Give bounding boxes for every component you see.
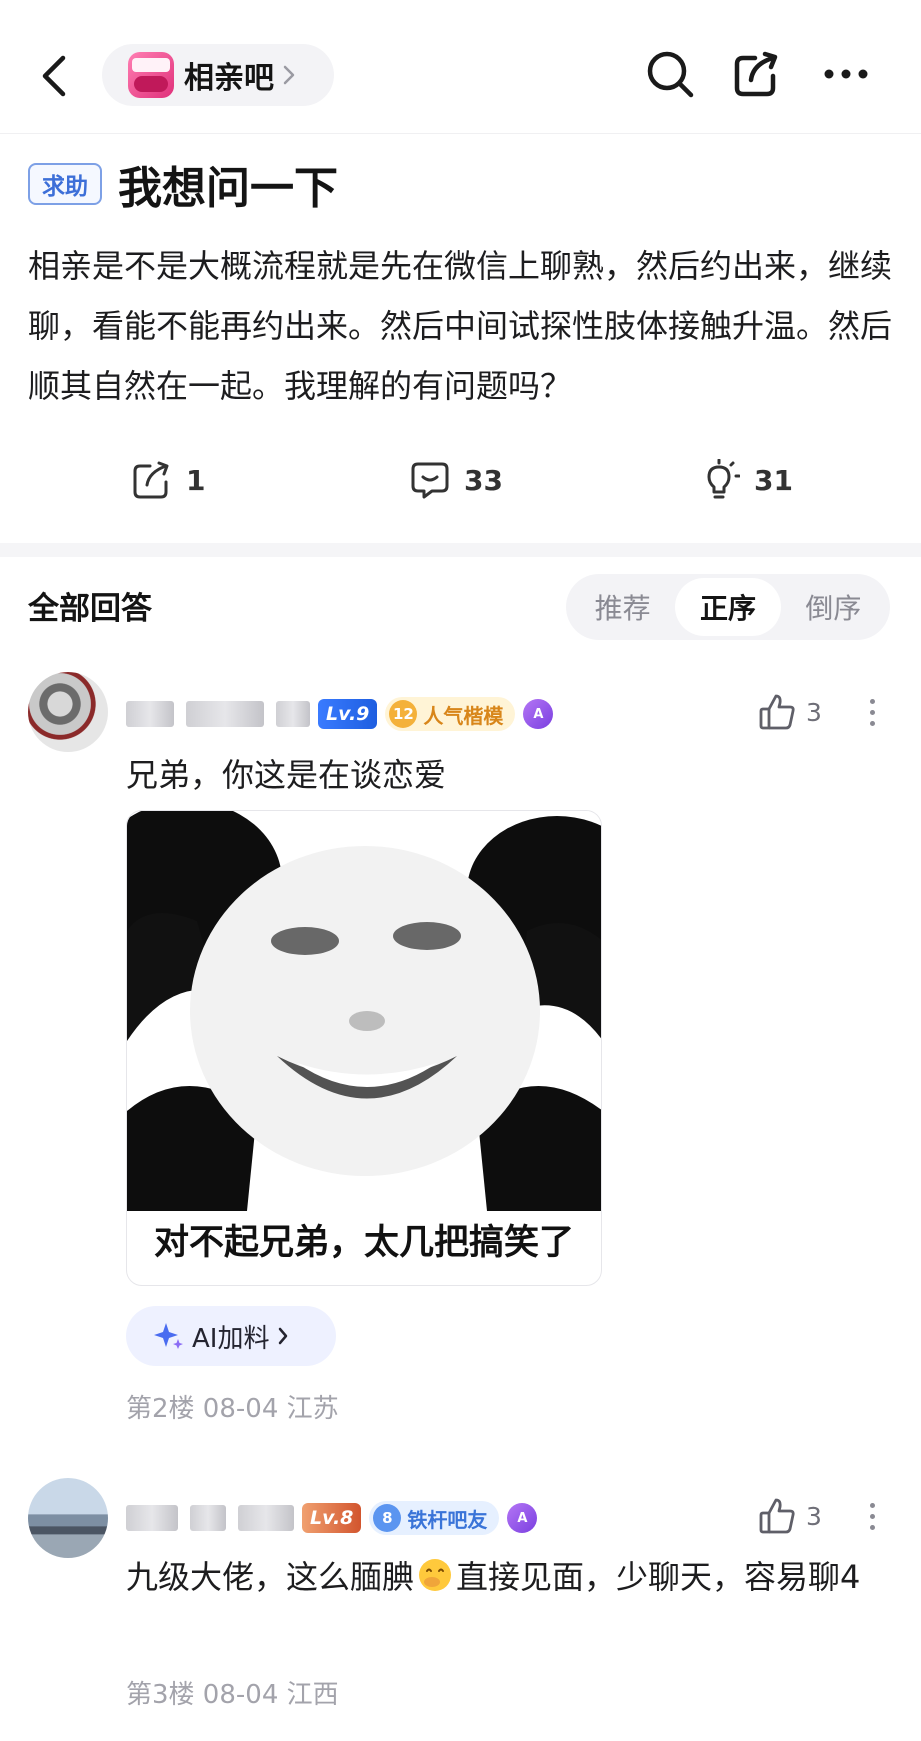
- like-button[interactable]: 3: [758, 1494, 822, 1538]
- chevron-right-icon: [282, 64, 296, 86]
- sort-descending[interactable]: 倒序: [781, 578, 886, 636]
- meme-caption: 对不起兄弟，太几把搞笑了: [153, 1223, 574, 1263]
- top-navigation-bar: 相亲吧: [0, 0, 921, 134]
- title-level-number: 8: [373, 1504, 402, 1532]
- forum-entry-button[interactable]: 相亲吧: [102, 44, 334, 106]
- thumbs-up-icon: [759, 694, 795, 730]
- idea-count: 31: [754, 463, 793, 497]
- post-title: 我想问一下: [118, 163, 338, 214]
- ai-avatar-icon: A: [523, 699, 554, 729]
- answers-section-title: 全部回答: [28, 591, 152, 627]
- blurred-username[interactable]: [126, 701, 310, 727]
- panda-meme-picture: [127, 811, 601, 1211]
- reply-text: 九级大佬，这么腼腆 直接见面，少聊天，容易聊4: [126, 1548, 866, 1606]
- like-count: 3: [806, 697, 822, 727]
- blurred-username[interactable]: [126, 1505, 294, 1531]
- share-stat-button[interactable]: 1: [132, 448, 205, 512]
- share-icon: [734, 51, 778, 97]
- reply-more-button[interactable]: [862, 1494, 882, 1538]
- share-icon: [133, 461, 169, 499]
- back-arrow-icon: [42, 55, 66, 97]
- sort-ascending[interactable]: 正序: [675, 578, 781, 636]
- ai-enhance-button[interactable]: AI加料: [126, 1306, 336, 1366]
- title-level-number: 12: [389, 700, 418, 728]
- thumbs-up-icon: [759, 1498, 795, 1534]
- title-badge-label: 人气楷模: [423, 703, 504, 728]
- avatar[interactable]: [28, 1478, 108, 1558]
- title-badge: 12 人气楷模: [385, 697, 516, 731]
- level-badge: Lv.9: [318, 699, 378, 729]
- forum-name: 相亲吧: [184, 61, 274, 96]
- comment-count: 33: [464, 463, 503, 497]
- emoji-face-icon: [419, 1559, 452, 1591]
- meme-image[interactable]: 对不起兄弟，太几把搞笑了: [126, 810, 602, 1286]
- reply-meta: 第2楼 08-04 江苏: [126, 1394, 339, 1424]
- back-button[interactable]: [34, 48, 74, 104]
- share-count: 1: [186, 463, 206, 497]
- comment-icon: [411, 462, 449, 499]
- more-options-button[interactable]: [816, 44, 876, 104]
- chevron-right-icon: [277, 1326, 289, 1346]
- reply-meta: 第3楼 08-04 江西: [126, 1680, 339, 1710]
- sort-toggle: 推荐 正序 倒序: [566, 574, 890, 640]
- forum-avatar: [128, 52, 174, 98]
- share-button[interactable]: [727, 44, 787, 104]
- avatar[interactable]: [28, 672, 108, 752]
- ai-enhance-label: AI加料: [192, 1323, 270, 1354]
- help-tag: 求助: [28, 163, 102, 205]
- user-name-row: Lv.8 8 铁杆吧友 A: [126, 1498, 538, 1538]
- lightbulb-icon: [707, 459, 740, 499]
- reply-more-button[interactable]: [862, 690, 882, 734]
- level-badge: Lv.8: [302, 1503, 362, 1533]
- reply-text-part: 九级大佬，这么腼腆: [126, 1558, 415, 1596]
- search-icon: [647, 51, 694, 98]
- user-name-row: Lv.9 12 人气楷模 A: [126, 694, 554, 734]
- like-count: 3: [806, 1501, 822, 1531]
- post-body: 相亲是不是大概流程就是先在微信上聊熟，然后约出来，继续聊，看能不能再约出来。然后…: [28, 247, 893, 405]
- post-stats-bar: 1 33 31: [0, 448, 921, 512]
- search-button[interactable]: [640, 44, 700, 104]
- post-title-row: 求助 我想问一下: [28, 152, 338, 216]
- title-badge: 8 铁杆吧友: [369, 1501, 500, 1535]
- sort-recommended[interactable]: 推荐: [570, 578, 675, 636]
- section-divider: [0, 543, 921, 557]
- ai-avatar-icon: A: [507, 1503, 538, 1533]
- sparkle-icon: [154, 1323, 183, 1349]
- comment-stat-button[interactable]: 33: [410, 448, 503, 512]
- reply-text: 兄弟，你这是在谈恋爱: [126, 756, 447, 794]
- more-icon: [824, 69, 868, 79]
- title-badge-label: 铁杆吧友: [407, 1507, 488, 1532]
- like-button[interactable]: 3: [758, 690, 822, 734]
- idea-stat-button[interactable]: 31: [698, 448, 793, 512]
- reply-text-part: 直接见面，少聊天，容易聊4: [456, 1558, 861, 1596]
